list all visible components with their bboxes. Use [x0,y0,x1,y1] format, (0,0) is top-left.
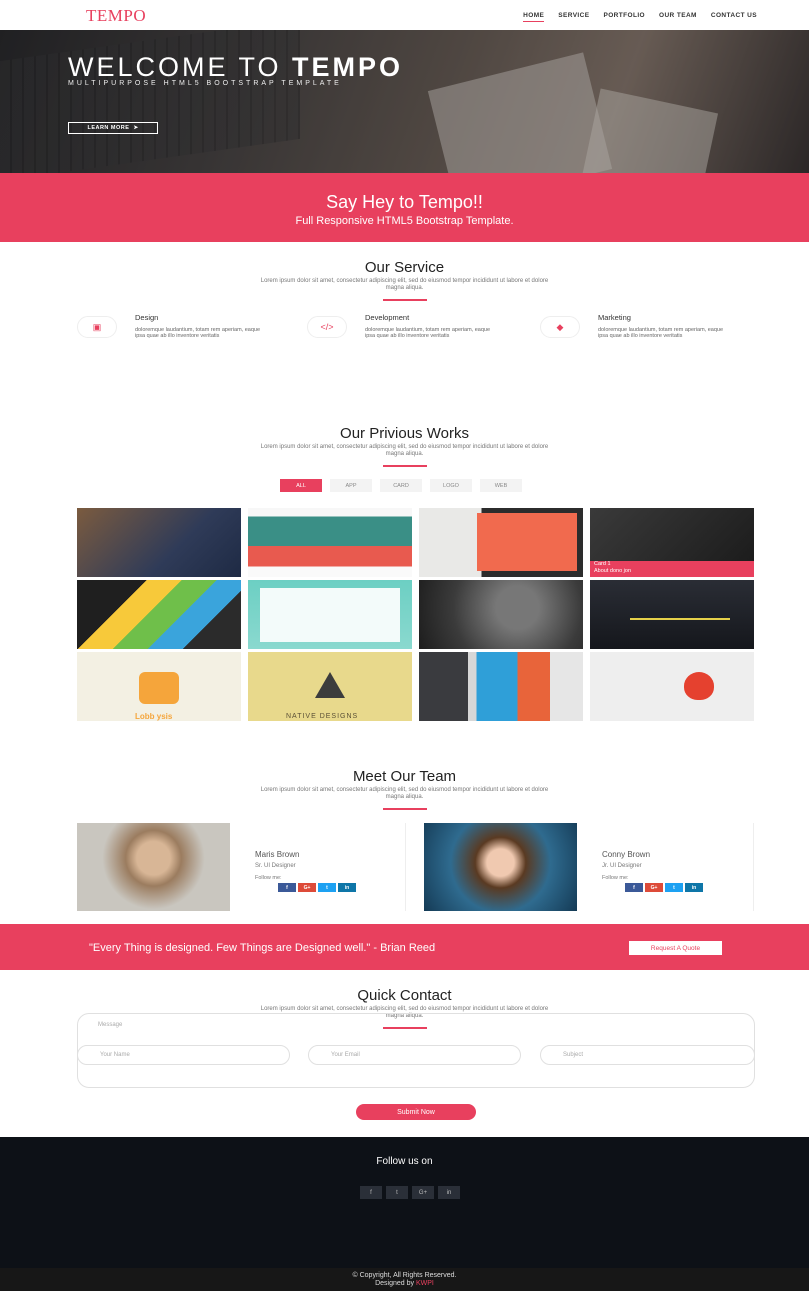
section-lead: Lorem ipsum dolor sit amet, consectetur … [260,278,549,291]
title-underline [382,299,427,301]
google-plus-icon[interactable]: G+ [412,1186,434,1199]
portfolio-item[interactable]: Card 1 About dono jon [590,508,754,577]
facebook-icon[interactable]: f [360,1186,382,1199]
message-field[interactable]: Message [77,1013,755,1088]
team-member-card: Maris Brown Sr. UI Designer Follow me: f… [77,823,407,911]
portfolio-item[interactable] [419,652,583,721]
portfolio-item[interactable] [248,508,412,577]
request-quote-button[interactable]: Request A Quote [629,941,722,955]
service-text: doloremque laudantium, totam rem aperiam… [365,327,491,339]
service-title: Marketing [598,313,631,322]
facebook-icon[interactable]: f [625,883,643,892]
title-underline [382,465,427,467]
twitter-icon[interactable]: t [665,883,683,892]
diamond-icon: ◆ [540,316,580,338]
nav-contact-us[interactable]: CONTACT US [711,12,757,22]
nav-home[interactable]: HOME [523,12,545,22]
code-icon: </> [307,316,347,338]
section-title: Our Privious Works [340,425,469,442]
hero-subtitle: MULTIPURPOSE HTML5 BOOTSTRAP TEMPLATE [68,80,342,87]
follow-label: Follow me: [602,875,629,881]
quote-text: "Every Thing is designed. Few Things are… [89,942,436,954]
service-header: Our Service Lorem ipsum dolor sit amet, … [0,259,809,301]
portfolio-caption: Card 1 About dono jon [590,561,754,577]
team-member-card: Conny Brown Jr. UI Designer Follow me: f… [424,823,754,911]
section-title: Meet Our Team [352,768,457,785]
section-title: Quick Contact [357,987,452,1004]
member-name: Maris Brown [255,850,300,859]
section-title: Our Service [364,259,445,276]
member-name: Conny Brown [602,850,651,859]
banner-title: Say Hey to Tempo!! [326,192,483,212]
member-role: Sr. UI Designer [255,863,296,869]
filter-all[interactable]: ALL [280,479,322,492]
main-menu: HOME SERVICE PORTFOLIO OUR TEAM CONTACT … [523,12,757,22]
portfolio-item[interactable] [419,508,583,577]
section-lead: Lorem ipsum dolor sit amet, consectetur … [260,787,549,800]
learn-more-button[interactable]: LEARN MORE ➤ [68,122,158,134]
portfolio-item[interactable] [77,580,241,649]
works-header: Our Privious Works Lorem ipsum dolor sit… [0,425,809,467]
copyright-text: © Copyright, All Rights Reserved. [352,1272,457,1279]
portfolio-filters: ALL APP CARD LOGO WEB [280,479,522,492]
send-icon: ➤ [133,125,139,131]
banner-subtitle: Full Responsive HTML5 Bootstrap Template… [295,215,514,227]
quote-banner: "Every Thing is designed. Few Things are… [0,924,809,970]
portfolio-item[interactable] [590,652,754,721]
linkedin-icon[interactable]: in [685,883,703,892]
section-lead: Lorem ipsum dolor sit amet, consectetur … [260,444,549,457]
designer-link[interactable]: KWPI [416,1280,434,1287]
member-role: Jr. UI Designer [602,863,642,869]
portfolio-item[interactable] [590,580,754,649]
google-plus-icon[interactable]: G+ [645,883,663,892]
portfolio-item[interactable] [419,580,583,649]
title-underline [382,808,427,810]
footer-social-links: f t G+ in [360,1186,460,1199]
twitter-icon[interactable]: t [318,883,336,892]
service-text: doloremque laudantium, totam rem aperiam… [598,327,724,339]
service-item-design: ▣ Design doloremque laudantium, totam re… [77,313,297,363]
hero-title: WELCOME TO TEMPO [68,52,404,82]
top-navbar: TEMPO HOME SERVICE PORTFOLIO OUR TEAM CO… [0,0,809,30]
service-item-development: </> Development doloremque laudantium, t… [307,313,527,363]
submit-button[interactable]: Submit Now [356,1104,476,1120]
portfolio-item[interactable] [77,508,241,577]
divider [405,823,406,911]
designer-credit: Designed by KWPI [375,1280,434,1287]
nav-service[interactable]: SERVICE [558,12,589,22]
filter-web[interactable]: WEB [480,479,522,492]
footer-follow-title: Follow us on [376,1156,433,1167]
filter-card[interactable]: CARD [380,479,422,492]
copyright-bar: © Copyright, All Rights Reserved. Design… [0,1268,809,1291]
member-social-links: f G+ t in [278,883,356,892]
hero-section: WELCOME TO TEMPO MULTIPURPOSE HTML5 BOOT… [0,30,809,173]
linkedin-icon[interactable]: in [438,1186,460,1199]
service-title: Design [135,313,159,322]
avatar [424,823,577,911]
filter-app[interactable]: APP [330,479,372,492]
nav-our-team[interactable]: OUR TEAM [659,12,697,22]
team-header: Meet Our Team Lorem ipsum dolor sit amet… [0,768,809,810]
nav-portfolio[interactable]: PORTFOLIO [603,12,645,22]
avatar [77,823,230,911]
service-item-marketing: ◆ Marketing doloremque laudantium, totam… [540,313,760,363]
service-text: doloremque laudantium, totam rem aperiam… [135,327,261,339]
intro-banner: Say Hey to Tempo!! Full Responsive HTML5… [0,173,809,242]
follow-label: Follow me: [255,875,282,881]
portfolio-item[interactable]: Lobb ysis [77,652,241,721]
image-icon: ▣ [77,316,117,338]
brand-logo[interactable]: TEMPO [86,6,146,26]
portfolio-grid: Card 1 About dono jon Lobb ysis NATIVE DE… [77,508,755,721]
filter-logo[interactable]: LOGO [430,479,472,492]
divider [753,823,754,911]
service-title: Development [365,313,410,322]
portfolio-item[interactable]: NATIVE DESIGNS [248,652,412,721]
google-plus-icon[interactable]: G+ [298,883,316,892]
portfolio-item[interactable] [248,580,412,649]
linkedin-icon[interactable]: in [338,883,356,892]
twitter-icon[interactable]: t [386,1186,408,1199]
member-social-links: f G+ t in [625,883,703,892]
facebook-icon[interactable]: f [278,883,296,892]
